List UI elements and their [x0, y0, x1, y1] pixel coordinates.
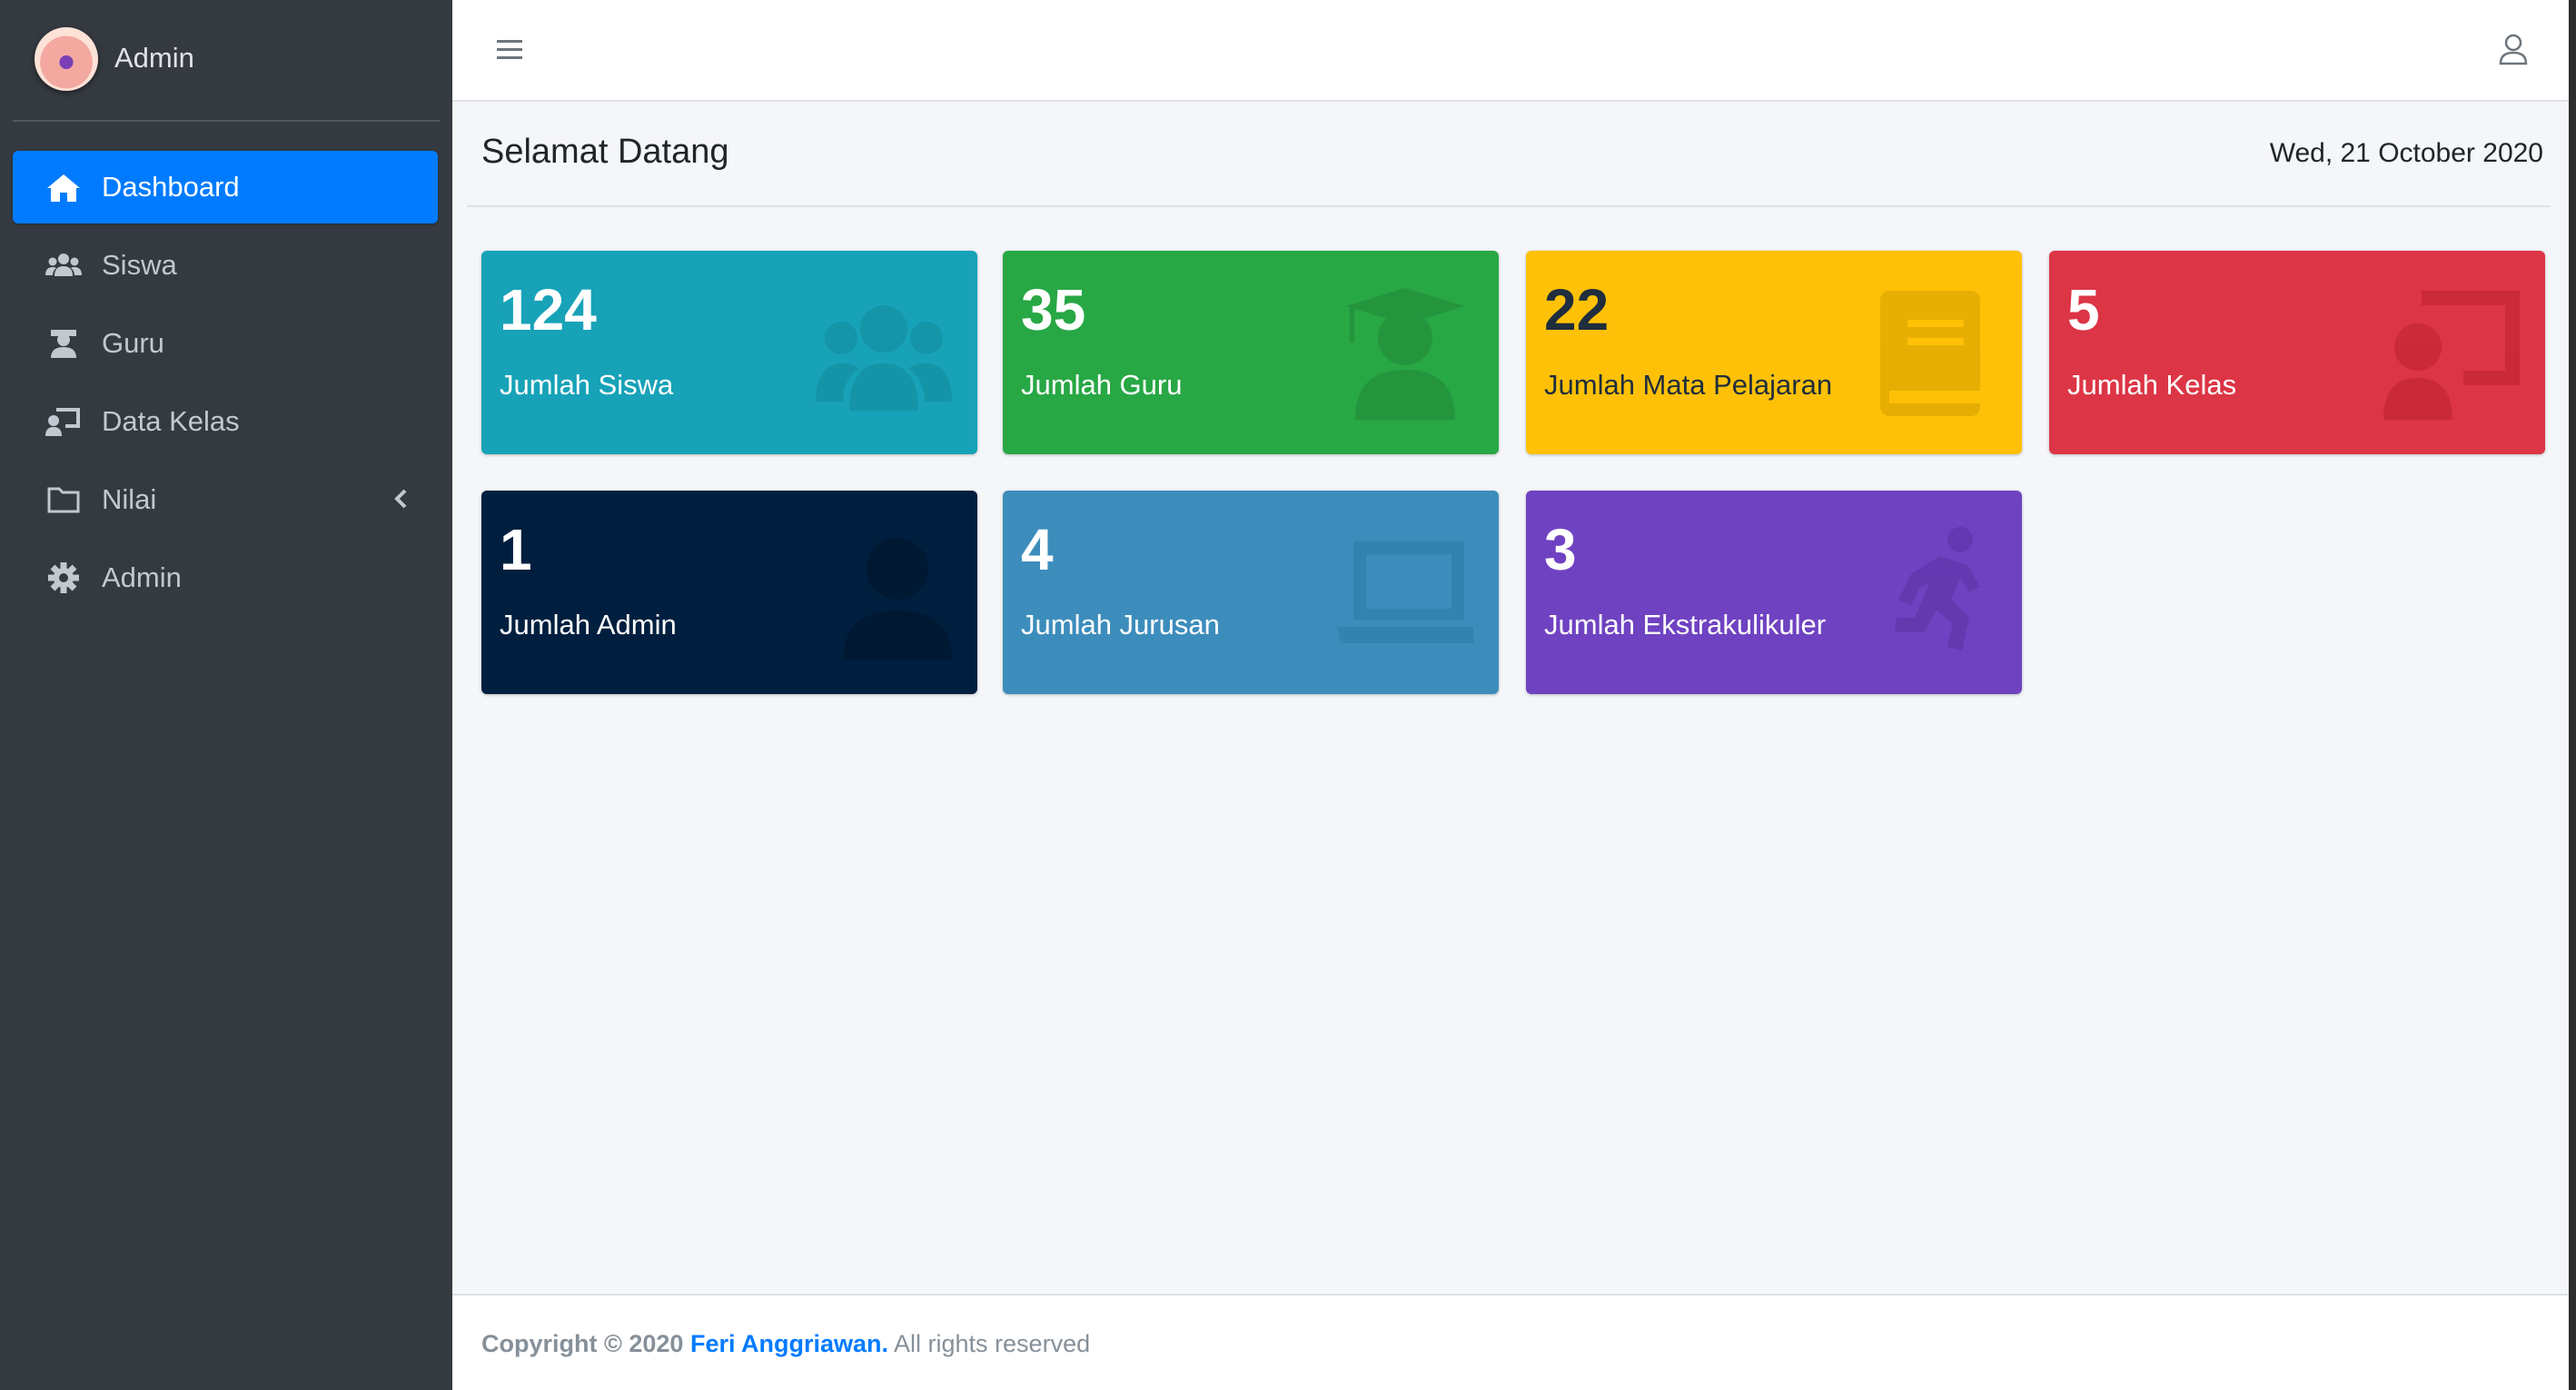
sidebar-item-label: Nilai [102, 483, 157, 515]
sidebar-item-data-kelas[interactable]: Data Kelas [13, 385, 438, 458]
stat-label: Jumlah Admin [500, 609, 677, 640]
chalkboard-teacher-icon [45, 405, 82, 438]
stat-box-jurusan[interactable]: 4 Jumlah Jurusan [1003, 491, 1499, 694]
stat-value: 3 [1544, 517, 1577, 582]
graduate-icon [1337, 283, 1473, 420]
sidebar-item-siswa[interactable]: Siswa [13, 229, 438, 302]
hamburger-icon[interactable] [496, 36, 523, 64]
window-edge [2569, 0, 2576, 1390]
copyright-text: Copyright © 2020 Feri Anggriawan. All ri… [481, 1330, 1090, 1358]
stat-value: 4 [1021, 517, 1054, 582]
brand-text: Admin [114, 42, 194, 74]
running-icon [1860, 523, 1996, 660]
top-navbar [452, 0, 2576, 102]
sidebar-item-label: Data Kelas [102, 405, 240, 437]
stat-value: 22 [1544, 277, 1610, 343]
page-title: Selamat Datang [481, 133, 729, 171]
footer: Copyright © 2020 Feri Anggriawan. All ri… [452, 1294, 2576, 1390]
sidebar: Admin Dashboard Siswa Guru Data Kelas Ni… [0, 0, 452, 1390]
users-icon [45, 249, 82, 282]
stat-value: 35 [1021, 277, 1086, 343]
stat-value: 5 [2067, 277, 2100, 343]
sidebar-item-label: Admin [102, 561, 182, 593]
stat-box-admin[interactable]: 1 Jumlah Admin [481, 491, 977, 694]
stat-box-guru[interactable]: 35 Jumlah Guru [1003, 251, 1499, 454]
divider [467, 205, 2551, 207]
stat-label: Jumlah Siswa [500, 369, 674, 401]
sidebar-item-dashboard[interactable]: Dashboard [13, 151, 438, 223]
chalkboard-teacher-icon [2383, 283, 2520, 420]
stat-box-kelas[interactable]: 5 Jumlah Kelas [2049, 251, 2545, 454]
chevron-left-icon [391, 485, 411, 512]
avatar [35, 27, 98, 91]
sidebar-item-label: Siswa [102, 249, 177, 281]
sidebar-item-nilai[interactable]: Nilai [13, 463, 438, 536]
sidebar-item-admin[interactable]: Admin [13, 541, 438, 614]
sidebar-item-label: Dashboard [102, 171, 240, 203]
gear-icon [45, 561, 82, 594]
current-date: Wed, 21 October 2020 [2269, 138, 2543, 168]
laptop-icon [1337, 523, 1481, 660]
sidebar-item-guru[interactable]: Guru [13, 307, 438, 380]
book-icon [1860, 283, 1996, 420]
copyright-suffix: All rights reserved [894, 1330, 1091, 1357]
stat-box-ekstrakulikuler[interactable]: 3 Jumlah Ekstrakulikuler [1526, 491, 2022, 694]
copyright-prefix: Copyright © 2020 [481, 1330, 684, 1357]
stat-label: Jumlah Guru [1021, 369, 1183, 401]
divider [13, 120, 440, 122]
stat-box-mata-pelajaran[interactable]: 22 Jumlah Mata Pelajaran [1526, 251, 2022, 454]
stat-value: 1 [500, 517, 532, 582]
sidebar-nav: Dashboard Siswa Guru Data Kelas Nilai Ad… [13, 151, 438, 620]
folder-icon [45, 483, 82, 516]
stat-label: Jumlah Jurusan [1021, 609, 1220, 640]
brand-link[interactable]: Admin [0, 0, 452, 122]
user-icon[interactable] [2498, 33, 2529, 65]
stat-value: 124 [500, 277, 597, 343]
stat-label: Jumlah Mata Pelajaran [1544, 369, 1833, 401]
author-link[interactable]: Feri Anggriawan. [690, 1330, 888, 1357]
stat-label: Jumlah Ekstrakulikuler [1544, 609, 1827, 640]
teacher-icon [45, 327, 82, 360]
user-icon [816, 523, 952, 660]
users-icon [816, 283, 952, 420]
home-icon [45, 171, 82, 204]
sidebar-item-label: Guru [102, 327, 164, 359]
stat-box-siswa[interactable]: 124 Jumlah Siswa [481, 251, 977, 454]
stat-label: Jumlah Kelas [2067, 369, 2237, 401]
